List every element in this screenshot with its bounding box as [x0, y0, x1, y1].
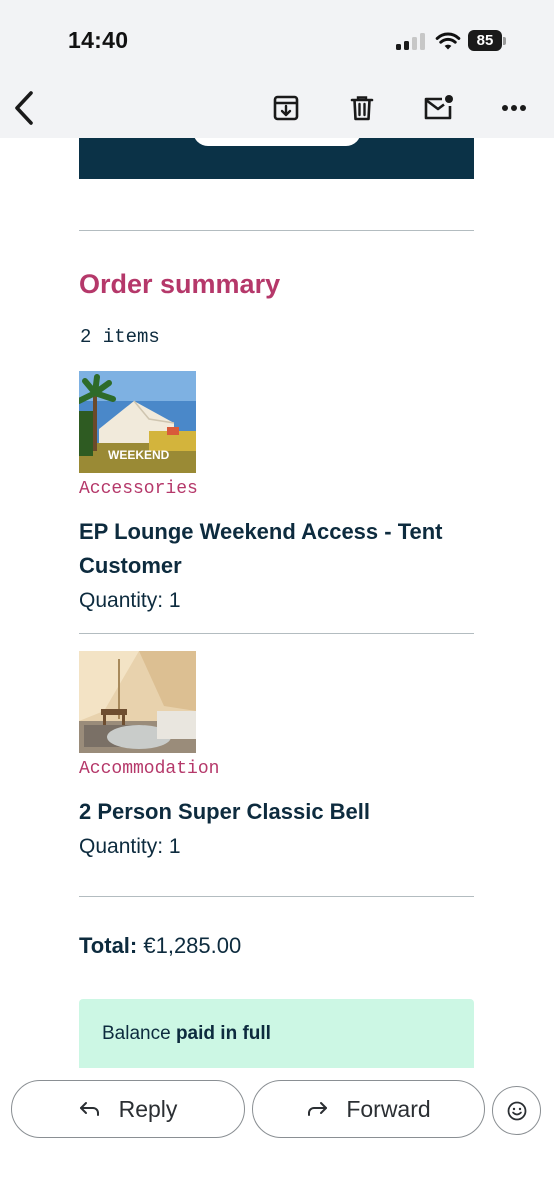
image-caption: WEEKEND — [108, 448, 170, 462]
order-total: Total: €1,285.00 — [79, 933, 241, 959]
item-image-lounge[interactable]: WEEKEND — [79, 371, 196, 473]
archive-button[interactable] — [268, 90, 304, 126]
item-title: EP Lounge Weekend Access - Tent Customer — [79, 519, 443, 578]
item-category: Accessories — [79, 479, 198, 499]
email-header-banner — [79, 138, 474, 179]
emoji-reaction-button[interactable] — [492, 1086, 541, 1135]
divider — [79, 230, 474, 231]
total-label: Total: — [79, 933, 138, 958]
reply-label: Reply — [118, 1095, 178, 1122]
balance-prefix: Balance — [102, 1023, 176, 1044]
trash-icon — [350, 96, 374, 121]
email-toolbar — [0, 78, 554, 138]
status-time: 14:40 — [68, 27, 129, 53]
more-icon — [502, 105, 526, 111]
battery-tip — [503, 37, 506, 45]
cell-signal-icon — [396, 33, 426, 50]
mark-unread-icon — [424, 95, 453, 120]
more-options-button[interactable] — [496, 90, 532, 126]
item-image-bell-tent[interactable] — [79, 651, 196, 753]
forward-button[interactable]: Forward — [252, 1080, 485, 1138]
email-body: Order summary 2 items WEEKEND Accessorie… — [0, 138, 554, 1068]
item-title: 2 Person Super Classic Bell — [79, 799, 371, 824]
back-chevron-icon — [15, 91, 33, 125]
item-category: Accommodation — [79, 759, 220, 779]
archive-icon — [273, 95, 299, 121]
order-summary-heading: Order summary — [79, 269, 281, 299]
forward-icon — [308, 1102, 328, 1116]
divider — [79, 633, 474, 634]
balance-status: paid in full — [175, 1023, 271, 1044]
smiley-icon — [507, 1101, 526, 1120]
battery-indicator: 85 — [468, 30, 502, 51]
reply-button[interactable]: Reply — [11, 1080, 245, 1138]
divider — [79, 896, 474, 897]
reply-icon — [79, 1102, 99, 1116]
balance-notice: Balance paid in full — [79, 999, 474, 1068]
reply-action-bar: Reply Forward — [0, 1068, 554, 1200]
balance-text: Balance paid in full — [102, 1023, 271, 1045]
bell-tent-photo-illustration — [79, 651, 196, 753]
lounge-photo-illustration: WEEKEND — [79, 371, 196, 473]
total-value: €1,285.00 — [137, 933, 242, 958]
banner-button-edge — [193, 138, 361, 146]
delete-button[interactable] — [344, 90, 380, 126]
item-quantity: Quantity: 1 — [79, 835, 181, 858]
back-button[interactable] — [6, 90, 42, 126]
item-count: 2 items — [80, 326, 160, 348]
forward-label: Forward — [346, 1095, 431, 1122]
mark-unread-button[interactable] — [420, 90, 456, 126]
wifi-icon — [435, 32, 461, 50]
status-bar: 14:40 85 — [0, 0, 554, 78]
item-quantity: Quantity: 1 — [79, 589, 181, 612]
